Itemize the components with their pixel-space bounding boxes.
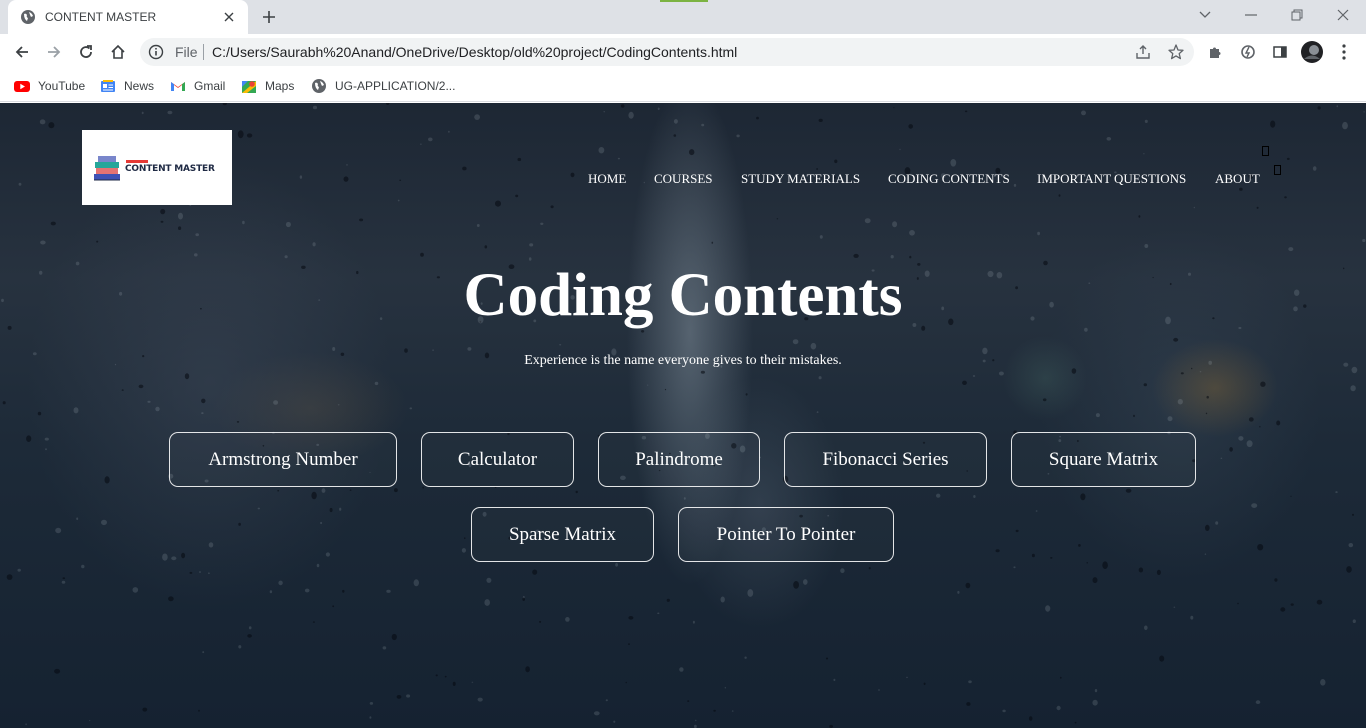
extensions-puzzle-icon[interactable] [1202,38,1230,66]
fibonacci-series-button[interactable]: Fibonacci Series [784,432,987,487]
gmail-icon [170,78,186,94]
nav-study-materials[interactable]: STUDY MATERIALS [741,171,860,187]
forward-arrow-icon[interactable] [40,38,68,66]
missing-glyph-icon [1274,165,1281,175]
browser-tabstrip: CONTENT MASTER [0,0,1366,34]
browser-tab[interactable]: CONTENT MASTER [8,0,248,34]
bookmark-label: UG-APPLICATION/2... [335,79,456,93]
bookmark-gmail[interactable]: Gmail [170,75,225,97]
side-panel-icon[interactable] [1266,38,1294,66]
youtube-icon [14,78,30,94]
page-hero: CONTENT MASTER HOME COURSES STUDY MATERI… [0,103,1366,728]
more-menu-icon[interactable] [1330,38,1358,66]
page-subtitle: Experience is the name everyone gives to… [524,353,842,368]
address-divider [203,44,204,60]
minimize-icon[interactable] [1228,0,1274,30]
sparse-matrix-button[interactable]: Sparse Matrix [471,507,654,562]
audio-indicator [660,0,708,2]
browser-toolbar: File C:/Users/Saurabh%20Anand/OneDrive/D… [0,34,1366,70]
bookmark-star-icon[interactable] [1167,43,1185,61]
close-icon[interactable] [220,8,238,26]
performance-icon[interactable] [1234,38,1262,66]
logo-accent-bar [126,160,148,163]
home-icon[interactable] [104,38,132,66]
address-bar[interactable]: File C:/Users/Saurabh%20Anand/OneDrive/D… [140,38,1194,66]
nav-home[interactable]: HOME [588,171,626,187]
globe-icon [311,78,327,94]
back-arrow-icon[interactable] [8,38,36,66]
missing-glyph-icon [1262,146,1269,156]
address-scheme: File [175,44,198,60]
page-title: Coding Contents [463,262,903,329]
new-tab-button[interactable] [258,6,280,28]
globe-icon [20,9,36,25]
news-icon [100,78,116,94]
share-icon[interactable] [1134,43,1152,61]
address-url[interactable]: C:/Users/Saurabh%20Anand/OneDrive/Deskto… [212,44,737,60]
bookmark-youtube[interactable]: YouTube [14,75,85,97]
bookmark-label: YouTube [38,79,86,93]
profile-avatar[interactable] [1298,38,1326,66]
square-matrix-button[interactable]: Square Matrix [1011,432,1196,487]
site-logo[interactable]: CONTENT MASTER [82,130,232,205]
window-close-icon[interactable] [1320,0,1366,30]
bookmarks-bar: YouTube News Gmail Maps UG-APPLICATION/2… [0,70,1366,102]
tab-title: CONTENT MASTER [45,10,157,24]
nav-coding-contents[interactable]: CODING CONTENTS [888,171,1010,187]
bookmark-label: Gmail [194,79,226,93]
pointer-to-pointer-button[interactable]: Pointer To Pointer [678,507,894,562]
restore-icon[interactable] [1274,0,1320,30]
calculator-button[interactable]: Calculator [421,432,574,487]
nav-important-questions[interactable]: IMPORTANT QUESTIONS [1037,171,1186,187]
bookmark-maps[interactable]: Maps [241,75,294,97]
armstrong-number-button[interactable]: Armstrong Number [169,432,397,487]
bookmark-news[interactable]: News [100,75,154,97]
nav-about[interactable]: ABOUT [1215,171,1260,187]
nav-courses[interactable]: COURSES [654,171,713,187]
reload-icon[interactable] [72,38,100,66]
maps-icon [241,78,257,94]
bookmark-ug-application[interactable]: UG-APPLICATION/2... [311,75,455,97]
bookmark-label: Maps [265,79,295,93]
tab-search-icon[interactable] [1182,0,1228,30]
main-nav: HOME COURSES STUDY MATERIALS CODING CONT… [0,171,1366,191]
bookmark-label: News [124,79,155,93]
palindrome-button[interactable]: Palindrome [598,432,760,487]
site-info-icon[interactable] [148,44,164,60]
